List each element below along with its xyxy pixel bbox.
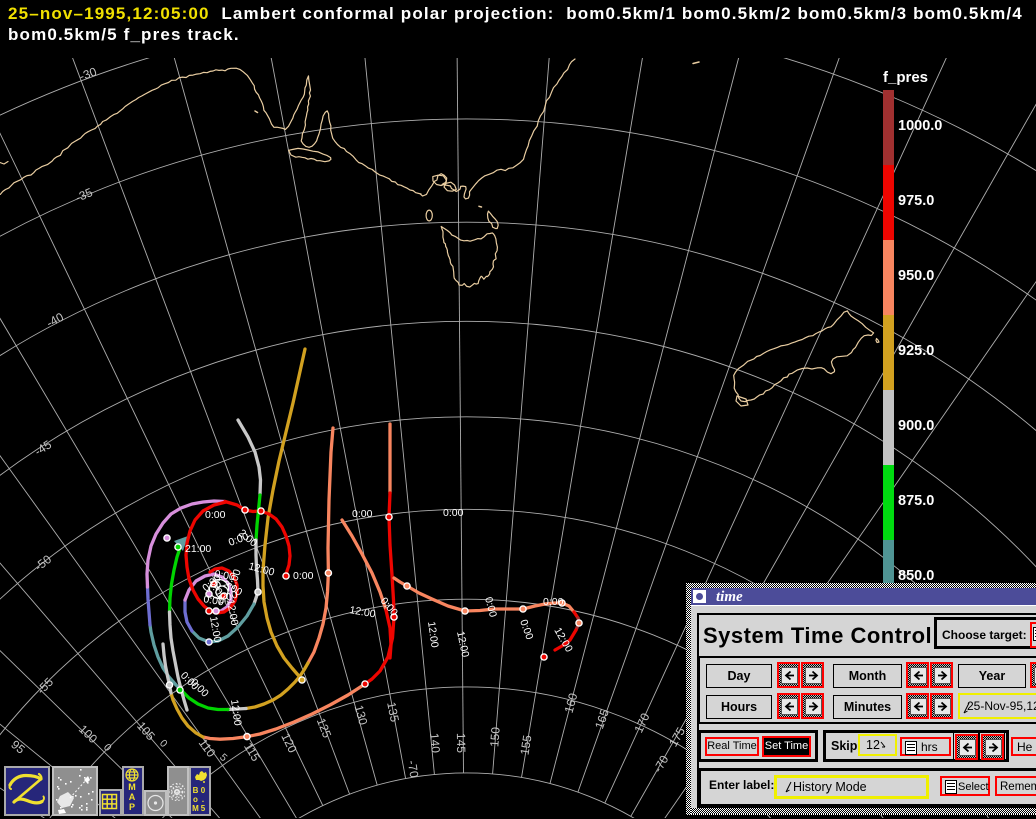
svg-text:0: 0 (101, 741, 114, 753)
svg-text:100: 100 (76, 722, 100, 746)
svg-text:A: A (129, 792, 136, 802)
svg-text:0:00: 0:00 (543, 596, 564, 608)
svg-text:-70: -70 (651, 753, 672, 775)
svg-text:160: 160 (562, 691, 581, 714)
svg-text:175: 175 (666, 725, 688, 750)
svg-text:95: 95 (8, 737, 27, 756)
svg-text:.: . (202, 795, 204, 804)
svg-text:0:00: 0:00 (443, 507, 464, 519)
svg-text:0:00: 0:00 (293, 570, 314, 582)
svg-text:0:00: 0:00 (482, 596, 499, 619)
svg-text:-50: -50 (32, 552, 55, 574)
svg-text:0:00: 0:00 (352, 508, 373, 520)
svg-text:12:00: 12:00 (425, 621, 441, 649)
svg-text:170: 170 (631, 711, 652, 735)
svg-text:P: P (129, 802, 135, 812)
svg-text:-55: -55 (34, 675, 56, 697)
svg-text:165: 165 (592, 707, 612, 731)
svg-text:150: 150 (487, 726, 502, 747)
svg-text:-70: -70 (405, 759, 422, 779)
svg-text:M: M (128, 782, 136, 792)
svg-text:0:00: 0:00 (205, 509, 226, 521)
svg-text:12:00: 12:00 (454, 630, 471, 658)
svg-text:B: B (193, 786, 199, 795)
svg-text:0:00: 0:00 (517, 618, 535, 641)
svg-text:135: 135 (384, 701, 402, 724)
svg-text:0:00: 0:00 (227, 530, 250, 548)
svg-text:5: 5 (201, 804, 206, 813)
svg-text:145: 145 (454, 733, 468, 754)
svg-text:125: 125 (314, 716, 334, 740)
svg-text:-30: -30 (77, 64, 98, 83)
svg-text:M: M (192, 804, 199, 813)
svg-text:o: o (193, 795, 198, 804)
svg-text:-35: -35 (73, 185, 95, 205)
svg-text:140: 140 (427, 732, 443, 753)
svg-text:115: 115 (241, 740, 263, 764)
svg-text:21:00: 21:00 (185, 543, 211, 555)
svg-text:130: 130 (352, 704, 371, 727)
svg-text:155: 155 (518, 734, 535, 756)
svg-text:12:00: 12:00 (228, 699, 244, 727)
svg-text:12:00: 12:00 (348, 604, 376, 620)
svg-text:0: 0 (201, 786, 206, 795)
svg-text:-40: -40 (44, 310, 66, 331)
